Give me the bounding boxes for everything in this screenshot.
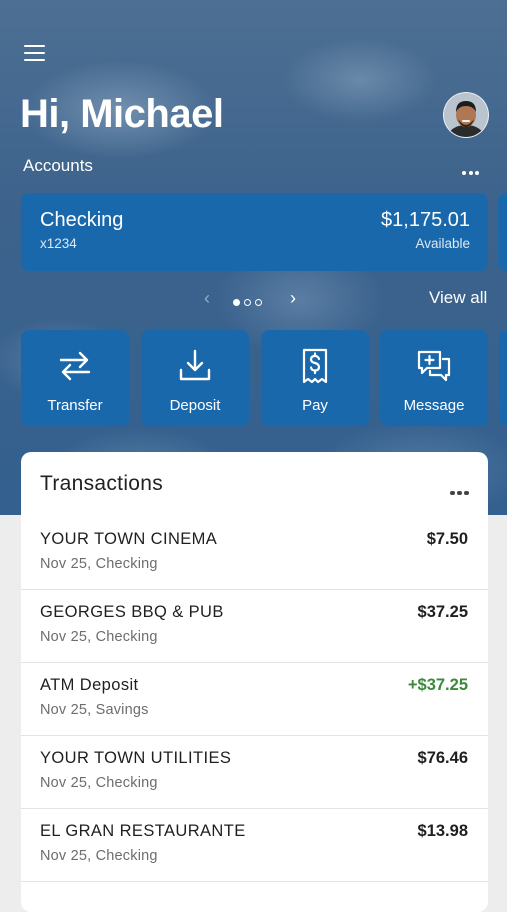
pay-label: Pay	[302, 397, 328, 414]
transaction-row[interactable]: YOUR TOWN CINEMA Nov 25, Checking $7.50	[21, 516, 488, 590]
greeting: Hi, Michael	[20, 92, 224, 136]
chevron-left-icon[interactable]: ‹	[204, 288, 210, 309]
avatar[interactable]	[443, 92, 489, 138]
message-label: Message	[403, 397, 465, 414]
accounts-more-icon[interactable]	[462, 162, 482, 180]
balance-label: Available	[415, 236, 470, 251]
transaction-detail: Nov 25, Checking	[40, 775, 158, 791]
transfer-label: Transfer	[47, 397, 103, 414]
transaction-amount: $7.50	[426, 530, 468, 548]
more-actions-peek[interactable]	[499, 330, 507, 426]
transactions-more-icon[interactable]	[450, 482, 471, 500]
transaction-row[interactable]: YOUR TOWN UTILITIES Nov 25, Checking $76…	[21, 735, 488, 809]
transactions-panel: Transactions YOUR TOWN CINEMA Nov 25, Ch…	[21, 452, 488, 912]
transaction-name: EL GRAN RESTAURANTE	[40, 822, 246, 840]
deposit-label: Deposit	[169, 397, 221, 414]
transaction-detail: Nov 25, Checking	[40, 556, 158, 572]
transfer-icon	[59, 351, 91, 381]
header-background: Hi, Michael Accounts Checking x1234 $1,1…	[0, 0, 507, 515]
menu-icon[interactable]	[24, 45, 46, 63]
accounts-heading: Accounts	[23, 156, 93, 175]
transaction-amount: $13.98	[417, 822, 468, 840]
transaction-row[interactable]: ATM Deposit Nov 25, Savings +$37.25	[21, 662, 488, 736]
message-button[interactable]: Message	[380, 330, 488, 426]
deposit-icon	[179, 349, 211, 381]
transaction-detail: Nov 25, Savings	[40, 702, 149, 718]
chevron-right-icon[interactable]: ›	[290, 288, 296, 309]
view-all-link[interactable]: View all	[429, 288, 487, 308]
transaction-name: YOUR TOWN UTILITIES	[40, 749, 232, 767]
account-pager: ‹ ›	[204, 288, 304, 309]
pay-bill-icon	[302, 348, 328, 384]
message-icon	[417, 350, 451, 382]
deposit-button[interactable]: Deposit	[141, 330, 249, 426]
transaction-name: GEORGES BBQ & PUB	[40, 603, 224, 621]
transaction-name: ATM Deposit	[40, 676, 139, 694]
transaction-row[interactable]: EL GRAN RESTAURANTE Nov 25, Checking $13…	[21, 808, 488, 882]
page-indicator	[233, 293, 266, 311]
transactions-title: Transactions	[40, 472, 164, 495]
transfer-button[interactable]: Transfer	[21, 330, 129, 426]
account-number: x1234	[40, 236, 77, 251]
transaction-amount: $76.46	[417, 749, 468, 767]
account-name: Checking	[40, 209, 124, 231]
next-account-card[interactable]	[498, 193, 507, 271]
transaction-amount: $37.25	[417, 603, 468, 621]
account-balance: $1,175.01	[381, 209, 470, 231]
account-card-checking[interactable]: Checking x1234 $1,175.01 Available	[21, 193, 488, 271]
transaction-amount: +$37.25	[407, 676, 468, 694]
transaction-detail: Nov 25, Checking	[40, 629, 158, 645]
pay-button[interactable]: Pay	[261, 330, 369, 426]
transaction-detail: Nov 25, Checking	[40, 848, 158, 864]
transaction-row[interactable]: GEORGES BBQ & PUB Nov 25, Checking $37.2…	[21, 589, 488, 663]
transaction-name: YOUR TOWN CINEMA	[40, 530, 218, 548]
